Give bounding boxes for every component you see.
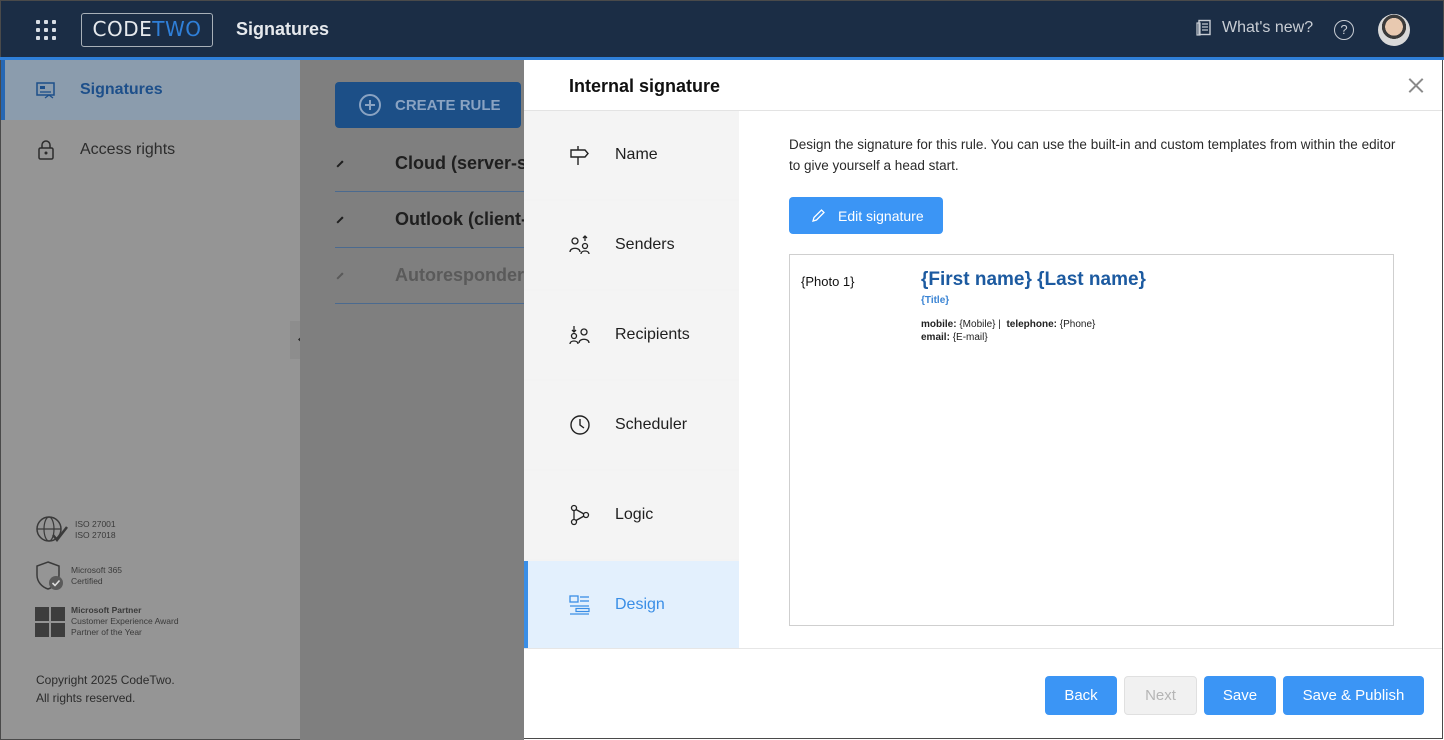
plus-circle-icon bbox=[359, 94, 381, 116]
logo-text-accent: TWO bbox=[152, 17, 202, 41]
recipients-icon bbox=[569, 326, 590, 345]
preview-mobile-label: mobile: bbox=[921, 319, 957, 330]
panel-title: Internal signature bbox=[569, 76, 721, 96]
signature-preview: {Photo 1} {First name} {Last name} {Titl… bbox=[789, 254, 1394, 626]
save-button[interactable]: Save bbox=[1204, 676, 1276, 715]
save-publish-button[interactable]: Save & Publish bbox=[1283, 676, 1424, 715]
globe-check-icon bbox=[36, 516, 68, 543]
sidebar-item-label: Access rights bbox=[80, 141, 176, 158]
rule-group-autoresponder[interactable]: Autoresponder bbox=[335, 248, 524, 304]
step-label: Recipients bbox=[615, 326, 690, 343]
step-senders[interactable]: Senders bbox=[524, 201, 739, 289]
user-avatar[interactable] bbox=[1378, 14, 1410, 46]
cert-iso-text: ISO 27001 ISO 27018 bbox=[75, 519, 116, 541]
create-rule-button[interactable]: CREATE RULE bbox=[335, 82, 521, 128]
senders-icon bbox=[569, 235, 590, 255]
chevron-right-icon bbox=[336, 271, 344, 280]
cert-m365: Microsoft 365 Certified bbox=[35, 560, 122, 592]
step-label: Senders bbox=[615, 236, 675, 253]
step-label: Scheduler bbox=[615, 416, 688, 433]
preview-telephone-value: {Phone} bbox=[1059, 319, 1096, 330]
rule-group-label: Autoresponder bbox=[395, 265, 524, 285]
signatures-icon bbox=[36, 82, 55, 99]
close-icon[interactable] bbox=[1408, 77, 1424, 93]
preview-email-value: {E-mail} bbox=[952, 332, 988, 343]
app-title: Signatures bbox=[236, 19, 330, 39]
cert-partner-text: Microsoft Partner Customer Experience Awa… bbox=[71, 605, 179, 638]
preview-telephone-label: telephone: bbox=[1006, 319, 1057, 330]
cert-line: Customer Experience Award bbox=[71, 616, 179, 626]
preview-separator: | bbox=[998, 319, 1001, 330]
preview-title: {Title} bbox=[921, 295, 950, 306]
design-content: Design the signature for this rule. You … bbox=[739, 111, 1442, 648]
copyright: Copyright 2025 CodeTwo. All rights reser… bbox=[36, 671, 175, 707]
top-bar: CODETWO Signatures What's new? ? bbox=[0, 0, 1444, 57]
copyright-line: All rights reserved. bbox=[36, 691, 136, 705]
cert-line: Microsoft 365 bbox=[71, 565, 123, 575]
microsoft-logo-icon bbox=[35, 606, 65, 637]
footer-divider bbox=[524, 648, 1442, 649]
cert-iso: ISO 27001 ISO 27018 bbox=[35, 515, 116, 545]
preview-photo-placeholder: {Photo 1} bbox=[801, 274, 855, 289]
step-scheduler[interactable]: Scheduler bbox=[524, 381, 739, 469]
create-rule-label: CREATE RULE bbox=[395, 96, 501, 114]
step-design[interactable]: Design bbox=[524, 561, 739, 649]
cert-line: Certified bbox=[71, 576, 103, 586]
wizard-steps: Name Senders Recipients Scheduler Logic … bbox=[524, 111, 739, 649]
cert-ms-partner: Microsoft Partner Customer Experience Awa… bbox=[35, 605, 179, 638]
shield-check-icon bbox=[36, 561, 63, 590]
edit-signature-label: Edit signature bbox=[838, 207, 924, 224]
step-recipients[interactable]: Recipients bbox=[524, 291, 739, 379]
lock-icon bbox=[38, 140, 54, 160]
whats-new-label: What's new? bbox=[1222, 19, 1314, 36]
chevron-right-icon bbox=[336, 215, 344, 224]
sidebar-item-label: Signatures bbox=[80, 81, 163, 98]
preview-name: {First name} {Last name} bbox=[921, 269, 1146, 290]
cert-line: Partner of the Year bbox=[71, 627, 142, 637]
sidebar-item-signatures[interactable]: Signatures bbox=[1, 60, 300, 120]
preview-email-label: email: bbox=[921, 332, 950, 343]
sidebar-item-access-rights[interactable]: Access rights bbox=[1, 120, 300, 180]
news-icon bbox=[1196, 19, 1211, 36]
pencil-icon bbox=[812, 209, 825, 222]
signpost-icon bbox=[570, 146, 589, 165]
rule-group-label: Outlook (client-side) bbox=[395, 209, 524, 229]
copyright-line: Copyright 2025 CodeTwo. bbox=[36, 673, 175, 687]
cert-m365-text: Microsoft 365 Certified bbox=[71, 565, 122, 587]
preview-phone-line: mobile: {Mobile} | telephone: {Phone} bbox=[921, 319, 1095, 330]
step-logic[interactable]: Logic bbox=[524, 471, 739, 559]
preview-email-line: email: {E-mail} bbox=[921, 332, 988, 343]
codetwo-logo[interactable]: CODETWO bbox=[81, 13, 213, 47]
rule-editor-panel: Internal signature Name Senders Recipien… bbox=[524, 60, 1443, 739]
step-label: Logic bbox=[615, 506, 654, 523]
sidebar: Signatures Access rights ISO 27001 ISO 27… bbox=[0, 60, 300, 740]
back-button[interactable]: Back bbox=[1045, 676, 1117, 715]
step-label: Design bbox=[615, 596, 665, 613]
help-icon[interactable]: ? bbox=[1334, 20, 1354, 40]
logic-icon bbox=[570, 504, 590, 526]
cert-line: Microsoft Partner bbox=[71, 605, 142, 615]
preview-mobile-value: {Mobile} bbox=[959, 319, 996, 330]
design-icon bbox=[569, 595, 590, 615]
app-launcher-icon[interactable] bbox=[36, 20, 56, 40]
design-description: Design the signature for this rule. You … bbox=[789, 137, 1396, 173]
edit-signature-button[interactable]: Edit signature bbox=[789, 197, 943, 234]
rule-group-label: Cloud (server-side) bbox=[395, 153, 524, 173]
step-name[interactable]: Name bbox=[524, 111, 739, 199]
next-button[interactable]: Next bbox=[1124, 676, 1197, 715]
rule-group-outlook[interactable]: Outlook (client-side) bbox=[335, 192, 524, 248]
logo-text-main: CODE bbox=[92, 17, 153, 41]
clock-icon bbox=[570, 415, 590, 435]
rule-group-cloud[interactable]: Cloud (server-side) bbox=[335, 136, 524, 192]
whats-new-link[interactable]: What's new? bbox=[1196, 19, 1313, 37]
chevron-right-icon bbox=[336, 159, 344, 168]
cert-line: ISO 27001 bbox=[75, 519, 116, 529]
step-label: Name bbox=[615, 146, 658, 163]
cert-line: ISO 27018 bbox=[75, 530, 116, 540]
